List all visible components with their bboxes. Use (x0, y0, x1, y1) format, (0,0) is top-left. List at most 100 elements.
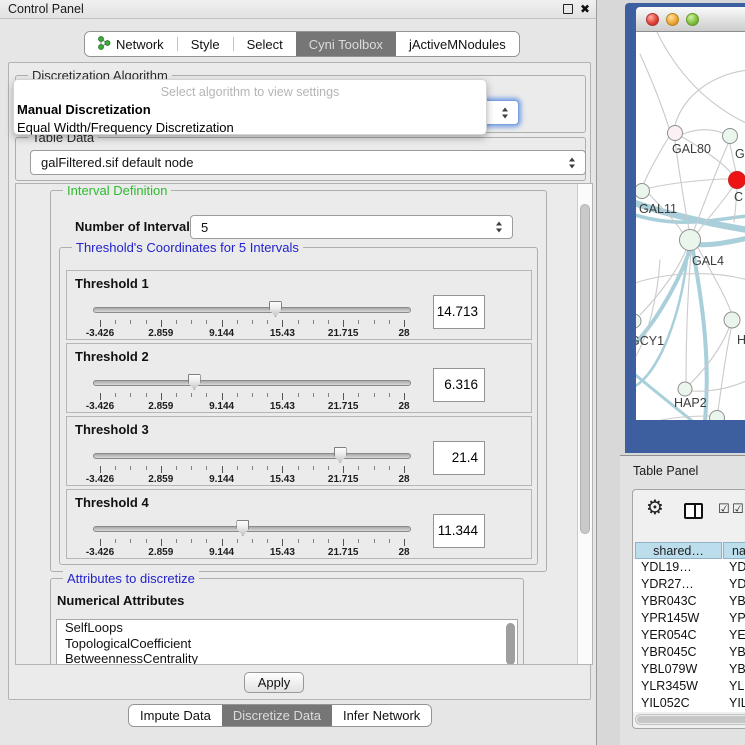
close-icon[interactable]: ✖ (580, 1, 590, 18)
table-hscrollbar-thumb[interactable] (637, 716, 745, 723)
network-node-hap2[interactable] (678, 382, 692, 396)
column-header[interactable]: na (723, 542, 745, 559)
table-row[interactable]: YDL19…YDL1 (633, 559, 745, 576)
tick-mark (191, 320, 192, 324)
tab-network[interactable]: Network (85, 32, 177, 56)
network-edge[interactable] (686, 251, 691, 382)
tick-mark (267, 393, 268, 397)
threshold-value-field[interactable]: 11.344 (433, 514, 485, 548)
threshold-value-field[interactable]: 6.316 (433, 368, 485, 402)
slider-track[interactable] (93, 526, 411, 532)
attribute-list-item[interactable]: TopologicalCoefficient (57, 636, 517, 652)
numerical-attributes-list[interactable]: SelfLoopsTopologicalCoefficientBetweenne… (56, 619, 518, 664)
network-edge[interactable] (636, 274, 745, 284)
tick-label: -3.426 (78, 328, 122, 339)
network-node[interactable] (710, 411, 725, 421)
tick-label: 9.144 (200, 547, 244, 558)
attribute-list-item[interactable]: SelfLoops (57, 620, 517, 636)
tab-cyni-toolbox[interactable]: Cyni Toolbox (296, 32, 396, 56)
network-canvas[interactable]: GAL80GACGAL11GAL4GCY1HHAP2 (636, 32, 745, 420)
slider[interactable]: -3.4262.8599.14415.4321.71528 (93, 374, 411, 412)
apply-button[interactable]: Apply (244, 672, 304, 693)
close-traffic-light-icon[interactable] (646, 13, 659, 26)
settings-scrollbar[interactable] (577, 184, 592, 664)
bottom-tab-impute-data[interactable]: Impute Data (129, 705, 222, 726)
network-node-gal11[interactable] (636, 184, 650, 199)
network-edge-highlighted[interactable] (636, 250, 690, 346)
bottom-tab-discretize-data[interactable]: Discretize Data (222, 705, 332, 726)
tab-jactivemnodules[interactable]: jActiveMNodules (396, 32, 519, 56)
network-edge[interactable] (640, 54, 669, 128)
tab-select[interactable]: Select (234, 32, 296, 56)
minimize-traffic-light-icon[interactable] (666, 13, 679, 26)
settings-scrollbar-thumb[interactable] (580, 204, 590, 534)
network-edge-highlighted[interactable] (693, 251, 707, 420)
threshold-value-field[interactable]: 21.4 (433, 441, 485, 475)
network-node-gal80[interactable] (668, 126, 683, 141)
checkbox-icon[interactable]: ☑ (732, 502, 744, 516)
threshold-value-field[interactable]: 14.713 (433, 295, 485, 329)
network-edge[interactable] (691, 380, 745, 391)
tick-mark (313, 466, 314, 470)
network-node-c[interactable] (729, 172, 745, 189)
table-row[interactable]: YBR043CYBR0 (633, 593, 745, 610)
float-window-icon[interactable] (563, 4, 573, 14)
slider[interactable]: -3.4262.8599.14415.4321.71528 (93, 447, 411, 485)
network-edge[interactable] (718, 329, 731, 411)
number-of-intervals-combo[interactable]: 5 (190, 215, 513, 239)
tick-mark (222, 466, 223, 473)
threshold-panel: Threshold 1-3.4262.8599.14415.4321.71528… (66, 270, 532, 340)
table-row[interactable]: YDR27…YDR2 (633, 576, 745, 593)
table-row[interactable]: YBR045CYBR0 (633, 644, 745, 661)
network-node-gal4[interactable] (680, 230, 701, 251)
network-edge-highlighted[interactable] (694, 238, 745, 245)
zoom-traffic-light-icon[interactable] (686, 13, 699, 26)
tick-mark (358, 466, 359, 470)
table-row[interactable]: YBL079WYBL0 (633, 661, 745, 678)
tick-mark (328, 320, 329, 324)
dropdown-item-manual-discretization[interactable]: Manual Discretization (14, 102, 486, 117)
slider-track[interactable] (93, 307, 411, 313)
tick-label: 28 (382, 474, 426, 485)
bottom-tab-label: Discretize Data (233, 708, 321, 723)
network-node-h[interactable] (724, 312, 740, 328)
column-header[interactable]: shared… (635, 542, 722, 559)
table-data-combo[interactable]: galFiltered.sif default node (30, 150, 586, 175)
table-panel-title: Table Panel (633, 464, 698, 478)
table-cell: YBR043C (641, 593, 728, 610)
table-row[interactable]: YLR345WYLR3 (633, 678, 745, 695)
column-layout-icon[interactable] (684, 503, 703, 519)
slider-thumb[interactable] (236, 520, 249, 536)
tick-mark (237, 539, 238, 543)
tick-mark (389, 393, 390, 397)
slider[interactable]: -3.4262.8599.14415.4321.71528 (93, 520, 411, 558)
table-row[interactable]: YIL052CYIL0 (633, 695, 745, 712)
checkbox-icon[interactable]: ☑ (718, 502, 730, 516)
slider-track[interactable] (93, 453, 411, 459)
tick-mark (191, 393, 192, 397)
network-edge[interactable] (656, 32, 745, 124)
slider-thumb[interactable] (334, 447, 347, 463)
network-edge[interactable] (649, 179, 729, 188)
slider-thumb[interactable] (269, 301, 282, 317)
list-scrollbar-thumb[interactable] (506, 623, 515, 664)
table-row[interactable]: YPR145WYPR1 (633, 610, 745, 627)
network-edge[interactable] (636, 416, 713, 420)
attribute-list-item[interactable]: BetweennessCentrality (57, 651, 517, 664)
table-hscrollbar[interactable] (635, 714, 745, 725)
network-window-titlebar[interactable] (636, 7, 745, 32)
tab-style[interactable]: Style (178, 32, 233, 56)
dropdown-item-equal-width[interactable]: Equal Width/Frequency Discretization (14, 120, 486, 135)
network-node-gcy1[interactable] (636, 314, 641, 328)
network-edge[interactable] (644, 137, 669, 183)
network-edge[interactable] (694, 144, 728, 230)
gear-icon[interactable]: ⚙ (646, 498, 664, 518)
slider[interactable]: -3.4262.8599.14415.4321.71528 (93, 301, 411, 339)
slider-track[interactable] (93, 380, 411, 386)
tick-mark (161, 393, 162, 400)
slider-thumb[interactable] (188, 374, 201, 390)
bottom-tab-infer-network[interactable]: Infer Network (332, 705, 431, 726)
table-row[interactable]: YER054CYER0 (633, 627, 745, 644)
network-edge[interactable] (683, 130, 723, 134)
network-node-ga[interactable] (723, 129, 738, 144)
